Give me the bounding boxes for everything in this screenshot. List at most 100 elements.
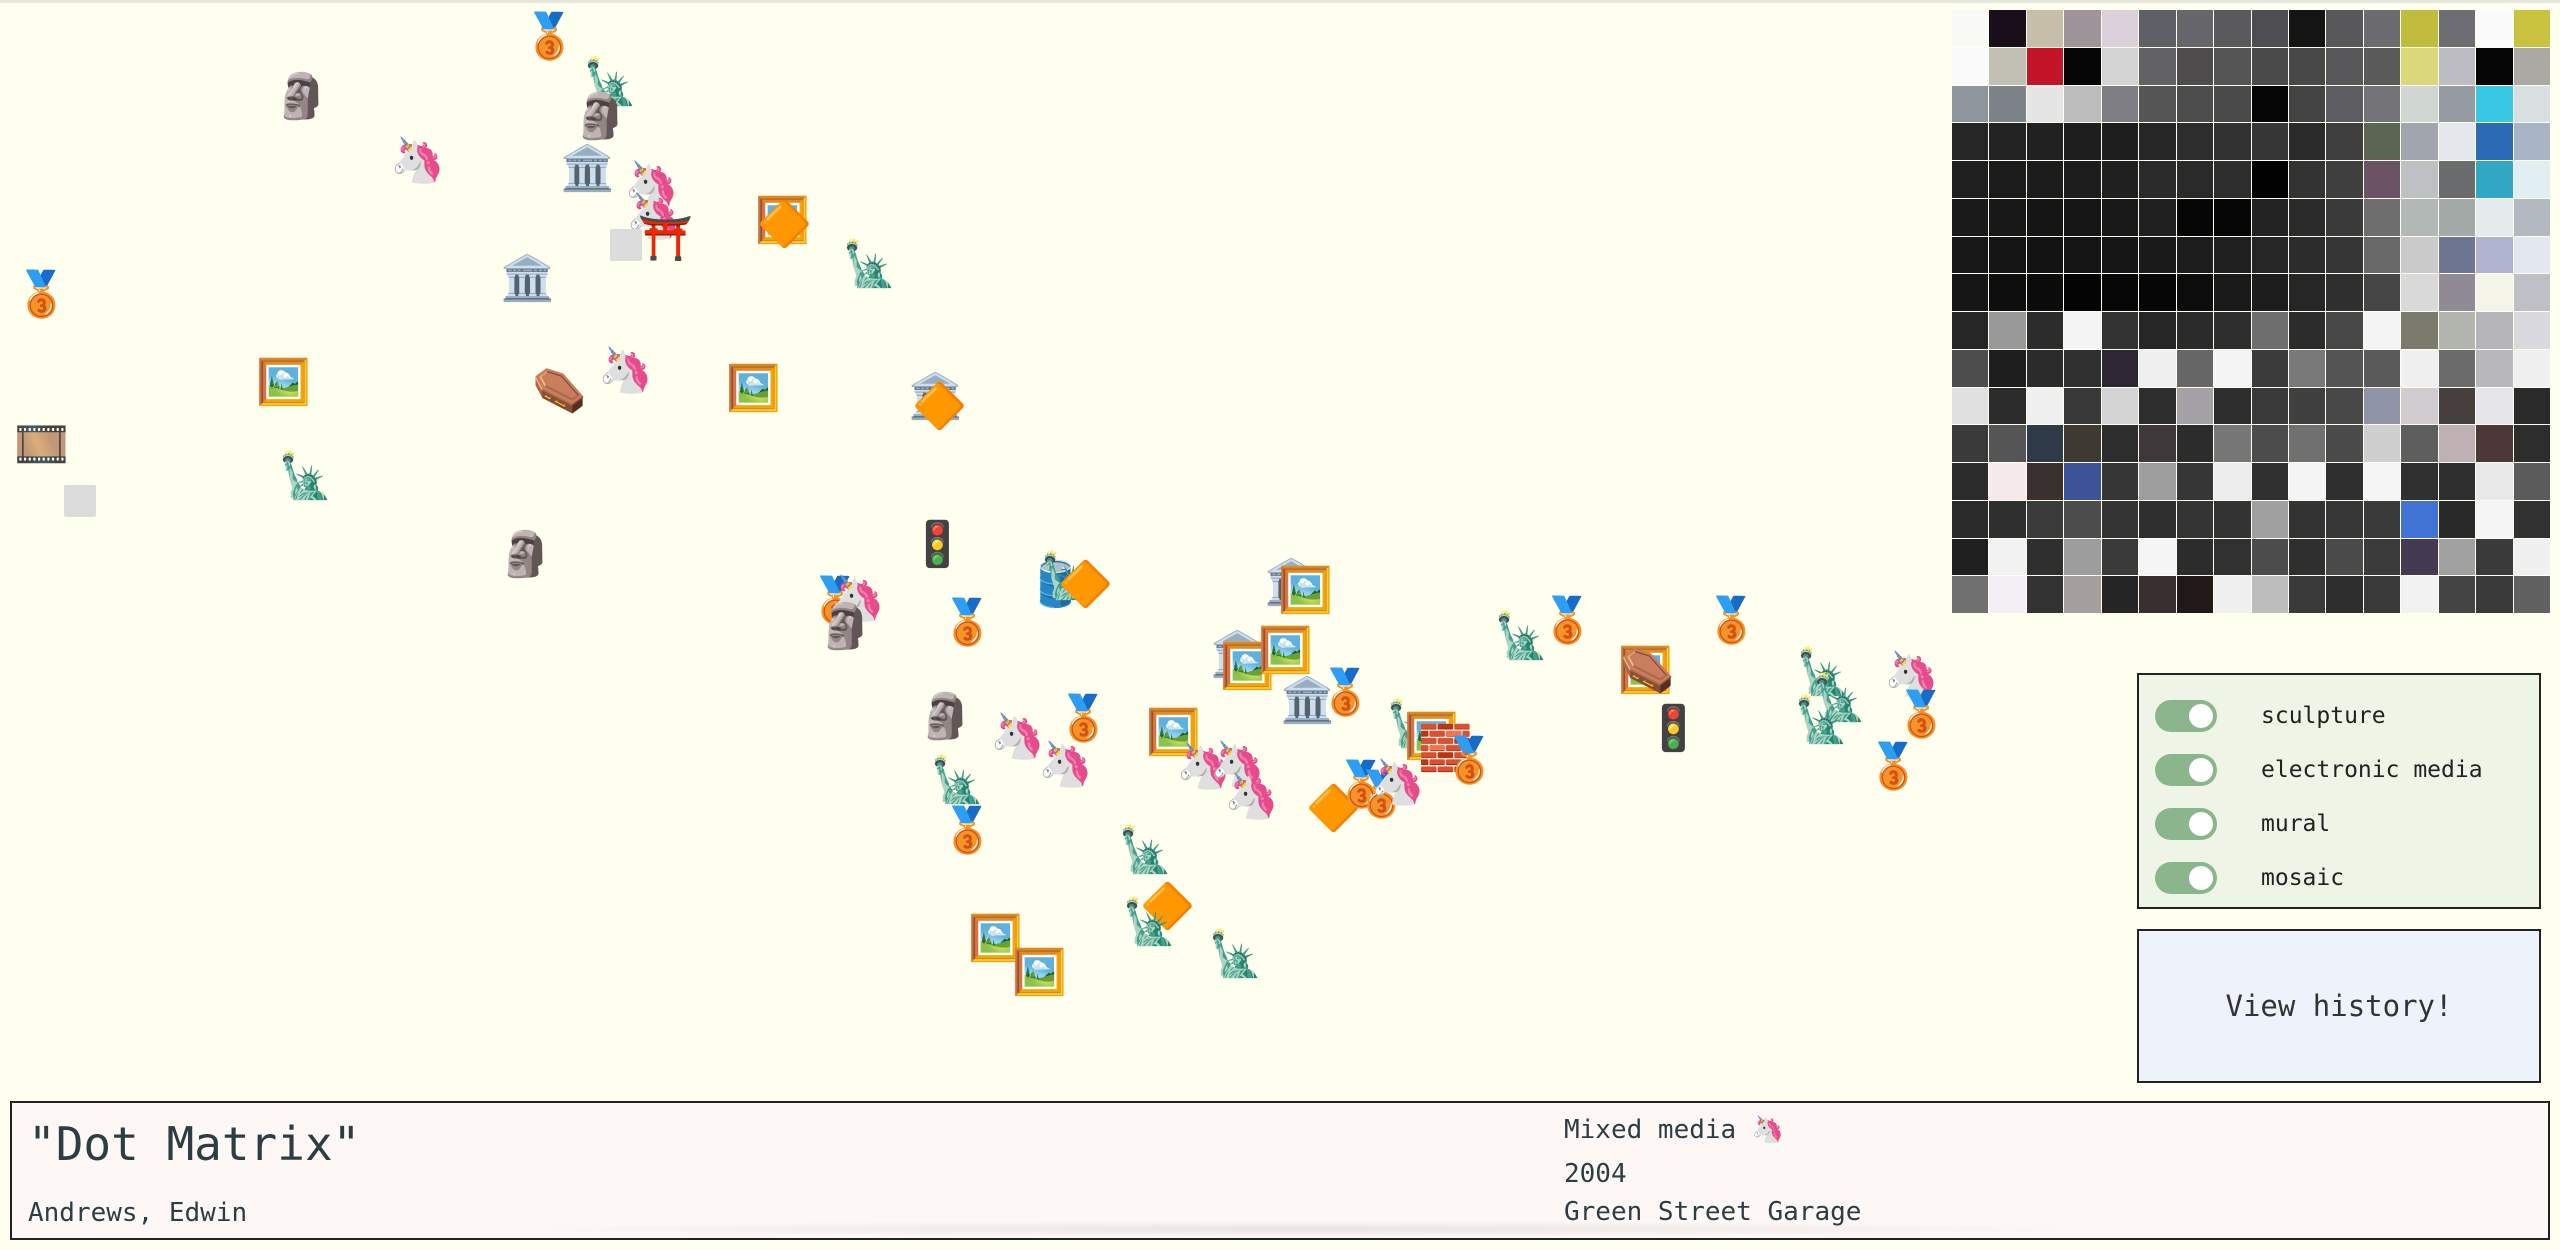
mosaic-cell: [2251, 85, 2288, 123]
mosaic-cell: [2139, 198, 2176, 236]
mosaic-cell: [2288, 236, 2326, 274]
medal-icon[interactable]: 🥉: [1894, 693, 1949, 737]
mosaic-cell: [2064, 274, 2101, 311]
mural-toggle[interactable]: [2155, 808, 2217, 840]
mosaic-cell: [2438, 463, 2476, 500]
mosaic-cell: [2288, 198, 2326, 236]
mosaic-cell: [2064, 576, 2101, 613]
unicorn-icon[interactable]: 🦄: [1224, 775, 1279, 819]
mosaic-cell: [2251, 236, 2288, 274]
mosaic-cell: [2176, 463, 2214, 500]
mosaic-cell: [2401, 425, 2438, 462]
mosaic-cell: [2326, 538, 2363, 576]
framed-picture-icon[interactable]: 🖼️: [726, 367, 781, 411]
filter-row-mosaic[interactable]: mosaic: [2155, 851, 2539, 905]
framed-picture-icon[interactable]: 🖼️: [1012, 951, 1067, 995]
medal-icon[interactable]: 🥉: [1442, 739, 1497, 783]
mosaic-cell: [2363, 387, 2401, 425]
mosaic-cell: [2139, 500, 2176, 538]
mosaic-cell: [2288, 123, 2326, 160]
framed-picture-icon[interactable]: 🖼️: [256, 361, 311, 405]
mosaic-cell: [2101, 161, 2139, 198]
film-icon[interactable]: 🎞️: [14, 423, 69, 467]
liberty-icon[interactable]: 🗽: [930, 759, 985, 803]
sculpture-toggle[interactable]: [2155, 700, 2217, 732]
mosaic-cell: [2214, 85, 2251, 123]
shrine-icon[interactable]: ⛩️: [638, 217, 693, 261]
filter-row-sculpture[interactable]: sculpture: [2155, 689, 2539, 743]
mosaic-cell: [2214, 198, 2251, 236]
unicorn-icon[interactable]: 🦄: [1038, 743, 1093, 787]
classical-building-icon[interactable]: 🏛️: [1280, 679, 1335, 723]
mosaic-cell: [1989, 161, 2026, 198]
classical-building-icon[interactable]: 🏛️: [560, 147, 615, 191]
mosaic-cell: [1989, 500, 2026, 538]
mosaic-cell: [2101, 538, 2139, 576]
mosaic-cell: [2438, 349, 2476, 387]
mosaic-cell: [2363, 10, 2401, 47]
mosaic-cell: [2101, 274, 2139, 311]
traffic-light-icon[interactable]: 🚦: [1646, 707, 1701, 751]
mosaic-cell: [2476, 538, 2513, 576]
mosaic-cell: [2363, 123, 2401, 160]
liberty-icon[interactable]: 🗽: [1122, 901, 1177, 945]
liberty-icon[interactable]: 🗽: [1794, 699, 1849, 743]
mosaic-cell: [2476, 425, 2513, 462]
medal-icon[interactable]: 🥉: [14, 273, 69, 317]
framed-picture-icon[interactable]: 🖼️: [1278, 569, 1333, 613]
mosaic-cell: [2513, 500, 2550, 538]
liberty-icon[interactable]: 🗽: [1208, 933, 1263, 977]
liberty-icon[interactable]: 🗽: [1118, 829, 1173, 873]
coffin-icon[interactable]: ⚰️: [1620, 649, 1675, 693]
mosaic-cell: [2064, 312, 2101, 349]
medal-icon[interactable]: 🥉: [1704, 599, 1759, 643]
medal-icon[interactable]: 🥉: [1540, 599, 1595, 643]
mosaic-toggle[interactable]: [2155, 862, 2217, 894]
mosaic-cell: [2401, 576, 2438, 613]
classical-building-icon[interactable]: 🏛️: [500, 257, 555, 301]
unicorn-icon[interactable]: 🦄: [1370, 761, 1425, 805]
moai-icon[interactable]: 🗿: [818, 605, 873, 649]
coffin-icon[interactable]: ⚰️: [532, 369, 587, 413]
mosaic-cell: [2438, 387, 2476, 425]
mosaic-cell: [1989, 387, 2026, 425]
liberty-icon[interactable]: 🗽: [842, 243, 897, 287]
mosaic-cell: [2176, 312, 2214, 349]
mosaic-cell: [2288, 576, 2326, 613]
mosaic-cell: [2026, 425, 2064, 462]
mosaic-cell: [2363, 463, 2401, 500]
mosaic-cell: [2438, 312, 2476, 349]
mosaic-cell: [2101, 198, 2139, 236]
placeholder-icon[interactable]: [64, 485, 96, 517]
moai-icon[interactable]: 🗿: [498, 533, 553, 577]
framed-picture-icon[interactable]: 🖼️: [1258, 629, 1313, 673]
medal-icon[interactable]: 🥉: [1056, 697, 1111, 741]
unicorn-icon[interactable]: 🦄: [390, 139, 445, 183]
electronic-media-toggle[interactable]: [2155, 754, 2217, 786]
traffic-light-icon[interactable]: 🚦: [910, 523, 965, 567]
mosaic-cell: [2438, 198, 2476, 236]
filter-row-mural[interactable]: mural: [2155, 797, 2539, 851]
liberty-icon[interactable]: 🗽: [278, 455, 333, 499]
diamond-icon[interactable]: 🔶: [912, 385, 967, 429]
toggle-knob: [2189, 704, 2213, 728]
moai-icon[interactable]: 🗿: [274, 75, 329, 119]
unicorn-icon[interactable]: 🦄: [990, 715, 1045, 759]
diamond-icon[interactable]: 🔶: [1058, 563, 1113, 607]
mosaic-cell: [2513, 425, 2550, 462]
medal-icon[interactable]: 🥉: [940, 601, 995, 645]
mosaic-cell: [2139, 123, 2176, 160]
unicorn-icon[interactable]: 🦄: [598, 349, 653, 393]
moai-icon[interactable]: 🗿: [573, 95, 628, 139]
medal-icon[interactable]: 🥉: [522, 15, 577, 59]
mosaic-cell: [2476, 349, 2513, 387]
diamond-icon[interactable]: 🔶: [757, 203, 812, 247]
view-history-button[interactable]: View history!: [2137, 929, 2541, 1083]
medal-icon[interactable]: 🥉: [940, 809, 995, 853]
medal-icon[interactable]: 🥉: [1866, 745, 1921, 789]
placeholder-icon[interactable]: [610, 229, 642, 261]
filter-row-electronic-media[interactable]: electronic media: [2155, 743, 2539, 797]
moai-icon[interactable]: 🗿: [918, 695, 973, 739]
mosaic-cell: [2326, 10, 2363, 47]
mosaic-cell: [2476, 387, 2513, 425]
